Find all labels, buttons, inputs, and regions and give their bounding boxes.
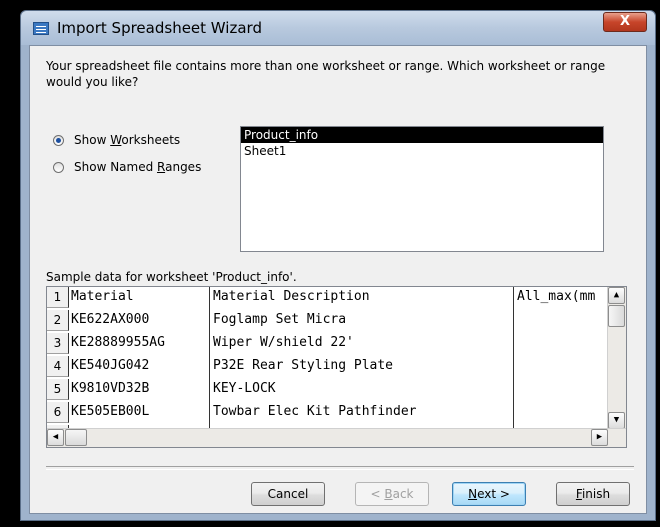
- column-divider: [513, 287, 514, 431]
- dialog-body: Your spreadsheet file contains more than…: [29, 45, 647, 514]
- description-cell: Material Description: [213, 289, 370, 304]
- material-cell: KE28889955AG: [71, 335, 165, 350]
- all-max-cell: [517, 310, 609, 331]
- row-number: 4: [47, 356, 69, 377]
- arrow-left-icon[interactable]: ◀: [47, 429, 64, 446]
- vertical-scrollbar[interactable]: ▲ ▼: [607, 287, 626, 429]
- title-bar[interactable]: Import Spreadsheet Wizard X: [21, 11, 655, 45]
- row-number: 6: [47, 402, 69, 423]
- all-max-cell: [517, 356, 609, 377]
- all-max-cell: [517, 402, 609, 423]
- sample-data-label: Sample data for worksheet 'Product_info'…: [46, 270, 297, 284]
- material-cell: KE622AX000: [71, 312, 150, 327]
- show-worksheets-label: Show Worksheets: [74, 133, 181, 147]
- all-max-cell: [517, 379, 609, 400]
- worksheet-list[interactable]: Product_info Sheet1: [240, 126, 604, 252]
- show-worksheets-option[interactable]: Show Worksheets: [53, 133, 180, 147]
- description-cell: KEY-LOCK: [213, 381, 276, 396]
- table-row: 3 KE28889955AG Wiper W/shield 22': [47, 333, 607, 354]
- window-title: Import Spreadsheet Wizard: [57, 19, 262, 37]
- show-named-ranges-label: Show Named Ranges: [74, 160, 202, 174]
- material-cell: KE540JG042: [71, 358, 150, 373]
- material-cell: KE505EB00L: [71, 404, 150, 419]
- table-row: 4 KE540JG042 P32E Rear Styling Plate: [47, 356, 607, 377]
- table-row: 5 K9810VD32B KEY-LOCK: [47, 379, 607, 400]
- row-number: 1: [47, 287, 69, 308]
- description-cell: P32E Rear Styling Plate: [213, 358, 394, 373]
- finish-button[interactable]: Finish: [556, 482, 630, 506]
- row-number: 3: [47, 333, 69, 354]
- description-cell: Foglamp Set Micra: [213, 312, 347, 327]
- import-wizard-window: Import Spreadsheet Wizard X Your spreads…: [20, 10, 656, 521]
- horizontal-scroll-thumb[interactable]: [65, 429, 87, 446]
- close-button[interactable]: X: [603, 12, 647, 32]
- description-cell: Wiper W/shield 22': [213, 335, 354, 350]
- all-max-cell: [517, 333, 609, 354]
- table-row: 1 Material Material Description All_max(mm: [47, 287, 607, 308]
- table-row: 6 KE505EB00L Towbar Elec Kit Pathfinder: [47, 402, 607, 423]
- back-button[interactable]: < Back: [355, 482, 429, 506]
- material-cell: K9810VD32B: [71, 381, 150, 396]
- description-cell: Towbar Elec Kit Pathfinder: [213, 404, 417, 419]
- worksheet-item-sheet1[interactable]: Sheet1: [241, 143, 603, 159]
- arrow-up-icon[interactable]: ▲: [608, 287, 625, 304]
- question-text: Your spreadsheet file contains more than…: [46, 59, 606, 89]
- cancel-button[interactable]: Cancel: [251, 482, 325, 506]
- show-named-ranges-option[interactable]: Show Named Ranges: [53, 160, 201, 174]
- table-icon: [33, 22, 49, 35]
- next-button[interactable]: Next >: [452, 482, 526, 506]
- show-named-ranges-radio[interactable]: [53, 161, 64, 173]
- arrow-right-icon[interactable]: ▶: [591, 429, 608, 446]
- row-number: 2: [47, 310, 69, 331]
- show-worksheets-radio[interactable]: [53, 134, 64, 146]
- all-max-cell: All_max(mm: [517, 289, 596, 304]
- sample-data-grid[interactable]: 1 Material Material Description All_max(mm 2…: [46, 286, 627, 448]
- table-row: 2 KE622AX000 Foglamp Set Micra: [47, 310, 607, 331]
- column-divider: [209, 287, 210, 431]
- vertical-scroll-thumb[interactable]: [608, 305, 625, 327]
- arrow-down-icon[interactable]: ▼: [608, 412, 625, 429]
- material-cell: Material: [71, 289, 134, 304]
- separator: [46, 466, 634, 470]
- row-number: 5: [47, 379, 69, 400]
- horizontal-scrollbar[interactable]: ◀ ▶: [47, 428, 626, 447]
- worksheet-item-product-info[interactable]: Product_info: [241, 127, 603, 143]
